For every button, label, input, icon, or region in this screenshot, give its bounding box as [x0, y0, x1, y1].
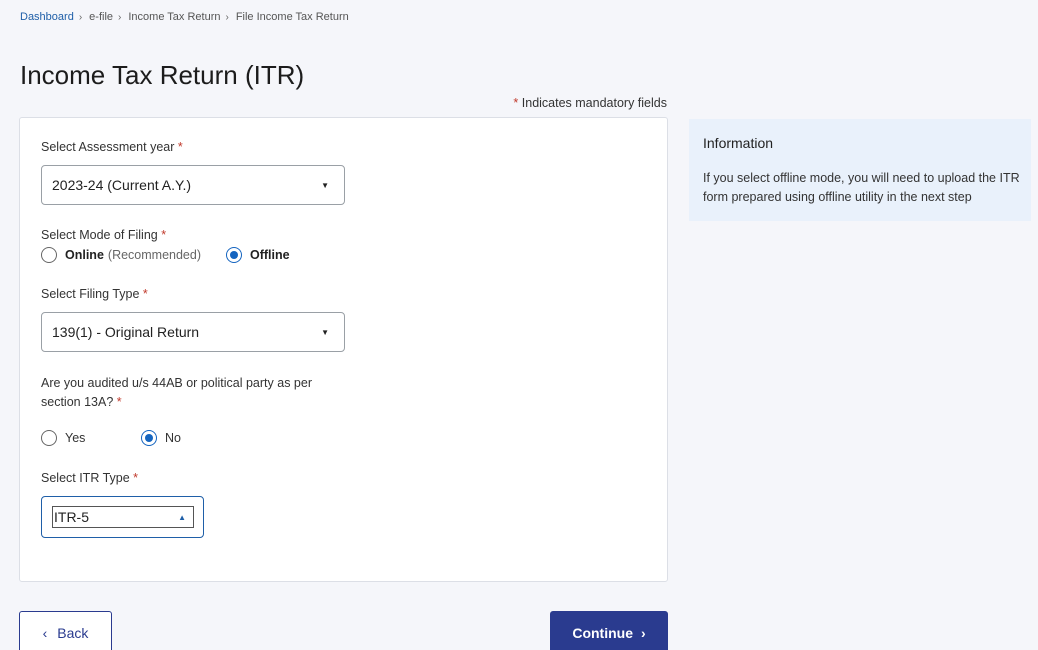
required-asterisk: * [142, 287, 148, 301]
radio-offline[interactable]: Offline [226, 247, 290, 263]
radio-label: Online [65, 248, 104, 262]
label-text: Are you audited u/s 44AB or political pa… [41, 376, 312, 390]
audited-radio-group: Yes No [41, 430, 181, 446]
filing-type-value: 139(1) - Original Return [52, 324, 200, 340]
info-title: Information [703, 135, 774, 151]
mode-of-filing-radio-group: Online (Recommended) Offline [41, 247, 290, 263]
audited-question-label: Are you audited u/s 44AB or political pa… [41, 374, 312, 412]
required-asterisk: * [116, 395, 122, 409]
chevron-right-icon: › [118, 11, 122, 23]
chevron-right-icon: › [225, 11, 229, 23]
breadcrumb-income-tax-return: Income Tax Return [128, 11, 221, 23]
itr-type-label: Select ITR Type * [41, 471, 138, 485]
breadcrumb: Dashboard › e-file › Income Tax Return ›… [20, 11, 349, 23]
breadcrumb-efile: e-file [89, 11, 114, 23]
mode-of-filing-label: Select Mode of Filing * [41, 228, 166, 242]
label-text: Select Mode of Filing [41, 228, 162, 242]
assessment-year-label: Select Assessment year * [41, 140, 183, 154]
radio-label: Yes [65, 431, 86, 445]
radio-label: No [165, 431, 181, 445]
itr-type-select[interactable]: ITR-5 ▲ [41, 496, 204, 538]
required-asterisk: * [161, 228, 167, 242]
breadcrumb-file-income-tax-return: File Income Tax Return [235, 11, 349, 23]
mandatory-note: * Indicates mandatory fields [513, 96, 667, 110]
radio-no[interactable]: No [141, 430, 181, 446]
continue-button[interactable]: Continue › [550, 611, 668, 650]
caret-down-icon: ▼ [321, 327, 329, 337]
itr-type-focus-box: ITR-5 ▲ [52, 506, 194, 528]
radio-hint: (Recommended) [107, 248, 201, 262]
itr-type-value: ITR-5 [54, 509, 89, 525]
filing-type-select[interactable]: 139(1) - Original Return ▼ [41, 312, 345, 352]
label-text: section 13A? [41, 395, 117, 409]
label-text: Select Filing Type [41, 287, 143, 301]
radio-circle [141, 430, 157, 446]
assessment-year-value: 2023-24 (Current A.Y.) [52, 177, 192, 193]
label-text: Select Assessment year [41, 140, 178, 154]
back-label: Back [57, 625, 89, 641]
radio-circle [41, 430, 57, 446]
continue-label: Continue [572, 625, 633, 641]
caret-up-icon: ▲ [178, 512, 186, 522]
radio-yes[interactable]: Yes [41, 430, 141, 446]
assessment-year-select[interactable]: 2023-24 (Current A.Y.) ▼ [41, 165, 345, 205]
radio-circle [41, 247, 57, 263]
required-asterisk: * [133, 471, 139, 485]
information-panel: Information If you select offline mode, … [689, 119, 1031, 221]
radio-online[interactable]: Online (Recommended) [41, 247, 226, 263]
chevron-left-icon: ‹ [42, 625, 48, 641]
required-asterisk: * [177, 140, 183, 154]
caret-down-icon: ▼ [321, 180, 329, 190]
back-button[interactable]: ‹ Back [19, 611, 112, 650]
info-text: If you select offline mode, you will nee… [703, 171, 1020, 204]
radio-label: Offline [250, 248, 290, 262]
itr-form-card: Select Assessment year * 2023-24 (Curren… [19, 117, 668, 582]
mandatory-note-text: Indicates mandatory fields [518, 96, 667, 110]
filing-type-label: Select Filing Type * [41, 287, 148, 301]
radio-circle [226, 247, 242, 263]
breadcrumb-dashboard[interactable]: Dashboard [20, 11, 74, 23]
page-title: Income Tax Return (ITR) [20, 60, 305, 90]
chevron-right-icon: › [78, 11, 83, 23]
label-text: Select ITR Type [41, 471, 134, 485]
chevron-right-icon: › [640, 625, 646, 641]
